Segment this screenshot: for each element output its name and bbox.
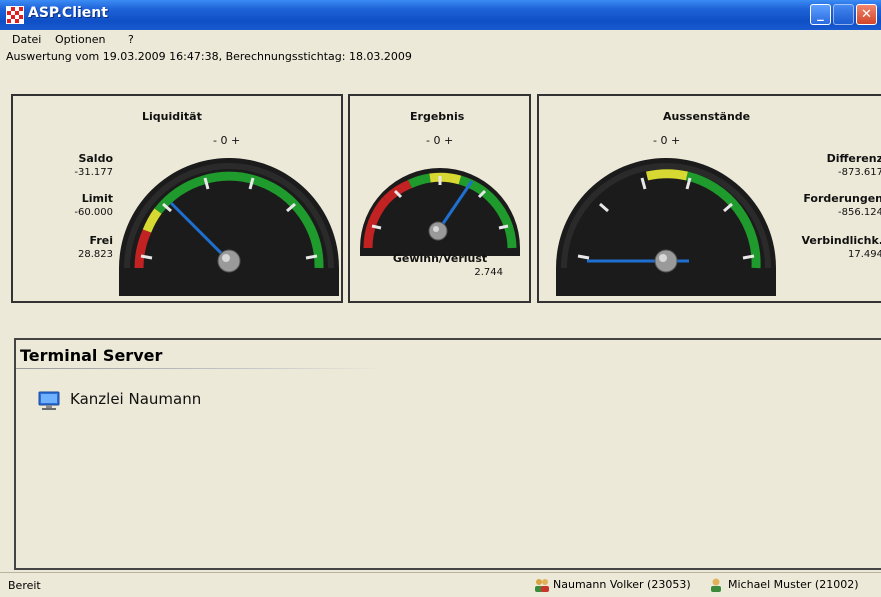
menu-bar: Datei Optionen ? bbox=[0, 30, 881, 50]
title-bar[interactable]: ASP.Client _ ✕ bbox=[0, 0, 881, 30]
users-icon bbox=[535, 579, 549, 592]
status-bar: Bereit Naumann Volker (23053) Michael Mu… bbox=[0, 572, 881, 597]
verbindlichkeiten-label: Verbindlichk. bbox=[801, 234, 881, 247]
user-icon bbox=[711, 578, 721, 592]
window-title: ASP.Client bbox=[28, 5, 108, 21]
status-user-primary: Naumann Volker (23053) bbox=[553, 578, 691, 591]
terminal-server-header: Terminal Server bbox=[20, 346, 163, 365]
differenz-label: Differenz bbox=[826, 152, 881, 165]
minimize-button[interactable]: _ bbox=[810, 4, 831, 25]
terminal-server-panel bbox=[14, 338, 881, 570]
close-button[interactable]: ✕ bbox=[856, 4, 877, 25]
terminal-server-item-label: Kanzlei Naumann bbox=[70, 390, 202, 408]
status-text: Bereit bbox=[8, 579, 41, 592]
menu-help[interactable]: ? bbox=[128, 33, 134, 46]
liquiditaet-gauge bbox=[119, 158, 339, 296]
evaluation-info: Auswertung vom 19.03.2009 16:47:38, Bere… bbox=[6, 50, 412, 63]
aussenstaende-panel: Aussenstände - 0 + Differenz -873.617 Fo… bbox=[537, 94, 881, 303]
maximize-button[interactable] bbox=[833, 4, 854, 25]
verbindlichkeiten-value: 17.494 bbox=[848, 249, 881, 260]
gewinn-verlust-label: Gewinn/Verlust bbox=[392, 252, 488, 265]
forderungen-value: -856.124 bbox=[838, 207, 881, 218]
monitor-icon bbox=[38, 391, 60, 410]
menu-optionen[interactable]: Optionen bbox=[55, 33, 105, 46]
liquiditaet-panel: Liquidität - 0 + Saldo -31.177 Limit -60… bbox=[11, 94, 343, 303]
terminal-server-divider bbox=[16, 368, 384, 369]
forderungen-label: Forderungen bbox=[803, 192, 881, 205]
close-icon: ✕ bbox=[861, 7, 872, 22]
gewinn-verlust-value: 2.744 bbox=[474, 267, 503, 278]
differenz-value: -873.617 bbox=[838, 167, 881, 178]
menu-datei[interactable]: Datei bbox=[12, 33, 41, 46]
ergebnis-panel: Ergebnis - 0 + Gewinn/Verlust 2.744 bbox=[348, 94, 531, 303]
app-icon[interactable] bbox=[6, 6, 24, 24]
app-window: ASP.Client _ ✕ Datei Optionen ? Auswertu… bbox=[0, 0, 881, 597]
minimize-icon: _ bbox=[817, 7, 824, 22]
status-user-secondary: Michael Muster (21002) bbox=[728, 578, 859, 591]
